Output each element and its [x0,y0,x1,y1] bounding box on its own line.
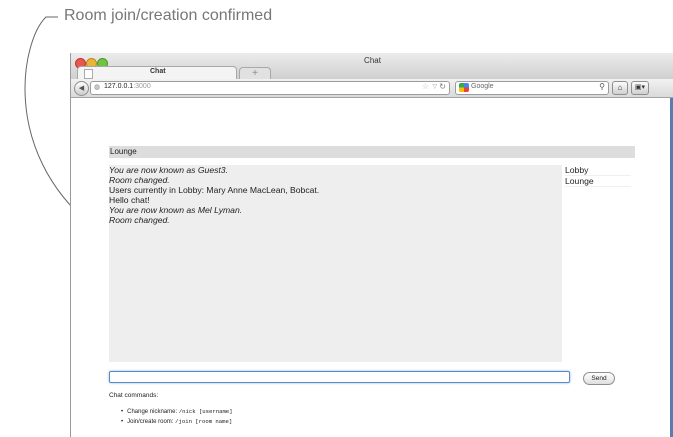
menu-icon: ▣▾ [634,84,646,91]
command-syntax: /nick [username] [178,408,233,415]
home-button[interactable]: ⌂ [612,81,628,95]
search-engine-label: Google [471,83,494,90]
help-list: Change nickname: /nick [username] Join/c… [121,407,233,427]
messages-panel: You are now known as Guest3. Room change… [109,165,562,362]
address-bar[interactable]: ◍ 127.0.0.1:3000 ☆ ▽ ↻ [90,81,450,95]
list-item: Join/create room: /join [room name] [121,417,233,427]
message-input[interactable] [109,371,570,383]
navigation-bar: ◀ ◍ 127.0.0.1:3000 ☆ ▽ ↻ Google ⚲ ⌂ ▣▾ [71,79,673,98]
search-bar[interactable]: Google ⚲ [455,81,609,95]
message: Room changed. [109,175,170,185]
menu-button[interactable]: ▣▾ [631,81,649,95]
room-item-lobby[interactable]: Lobby [565,165,631,176]
room-list: Lobby Lounge [565,165,631,187]
list-item: Change nickname: /nick [username] [121,407,233,417]
tab-label: Chat [150,68,166,75]
url-text: 127.0.0.1:3000 [104,83,151,90]
back-arrow-icon: ◀ [78,85,85,92]
message: You are now known as Guest3. [109,165,228,175]
search-icon[interactable]: ⚲ [599,82,605,91]
message: Hello chat! [109,195,150,205]
message: Room changed. [109,215,170,225]
send-button[interactable]: Send [583,372,615,385]
page-icon [84,69,93,79]
callout-label: Room join/creation confirmed [64,7,273,24]
help-title: Chat commands: [109,392,159,399]
message: You are now known as Mel Lyman. [109,205,243,215]
room-item-lounge[interactable]: Lounge [565,176,631,187]
reload-icon[interactable]: ↻ [439,82,446,91]
back-button[interactable]: ◀ [74,81,89,96]
window-title: Chat [364,56,381,65]
globe-icon: ◍ [94,84,101,91]
room-name: Lounge [109,146,635,158]
browser-window: Chat Chat + ◀ ◍ 127.0.0.1:3000 ☆ ▽ ↻ Goo… [70,53,673,437]
star-icon[interactable]: ☆ [422,82,429,91]
chevron-down-icon[interactable]: ▽ [432,83,437,90]
home-icon: ⌂ [617,83,623,92]
google-icon[interactable] [459,83,469,92]
command-syntax: /join [room name] [175,418,233,425]
message: Users currently in Lobby: Mary Anne MacL… [109,185,320,195]
title-bar: Chat Chat + [71,53,673,81]
